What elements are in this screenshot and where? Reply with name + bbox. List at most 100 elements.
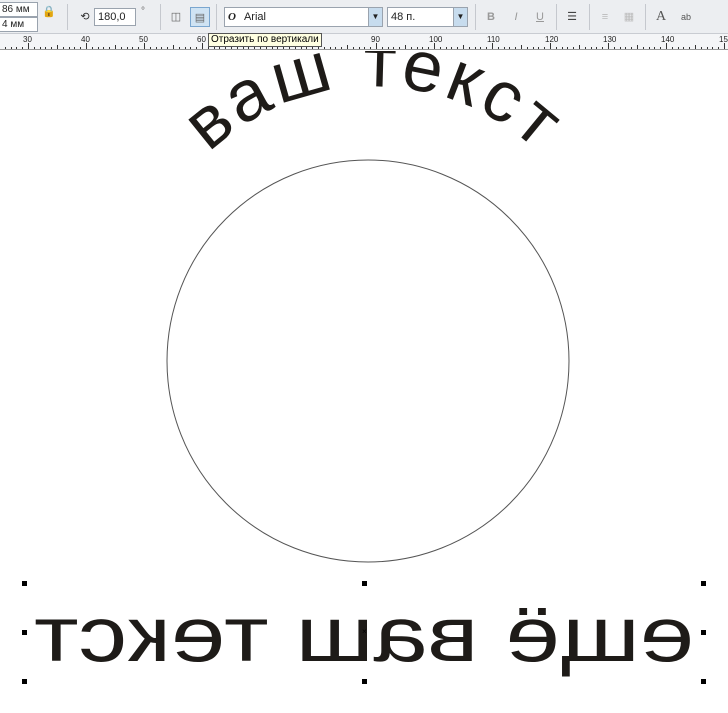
- selection-handle[interactable]: [701, 581, 706, 586]
- ruler-tick: [207, 47, 209, 49]
- ruler-label: 120: [545, 35, 559, 44]
- ruler-tick: [428, 47, 430, 49]
- ruler-tick: [503, 47, 505, 49]
- ruler-label: 60: [197, 35, 206, 44]
- ruler-tick: [62, 47, 64, 49]
- ruler-tick: [294, 47, 296, 49]
- tooltip: Отразить по вертикали: [208, 33, 322, 47]
- selection-handle[interactable]: [362, 679, 367, 684]
- drop-cap-icon[interactable]: ▦: [619, 7, 639, 27]
- ruler-tick: [573, 47, 575, 49]
- ruler-tick: [74, 47, 76, 49]
- ruler-tick: [410, 47, 412, 49]
- ruler-tick: [405, 45, 406, 49]
- separator: [475, 4, 476, 30]
- ruler-tick: [700, 47, 702, 49]
- ruler-tick: [474, 47, 476, 49]
- ruler-tick: [16, 47, 18, 49]
- ruler-tick: [33, 47, 35, 49]
- ruler-tick: [695, 45, 696, 49]
- ruler-label: 140: [661, 35, 675, 44]
- ruler-tick: [115, 45, 116, 49]
- ruler-tick: [126, 47, 128, 49]
- ruler-tick: [526, 47, 528, 49]
- ruler-tick: [561, 47, 563, 49]
- mirror-horizontal-button[interactable]: ◫: [166, 7, 186, 27]
- bullet-list-icon[interactable]: ≡: [595, 7, 615, 27]
- ruler-label: 100: [429, 35, 443, 44]
- ruler-tick: [120, 47, 122, 49]
- center-marker-icon: ×: [362, 627, 367, 636]
- separator: [67, 4, 68, 30]
- separator: [160, 4, 161, 30]
- ruler-tick: [242, 47, 244, 49]
- selection-handle[interactable]: [701, 679, 706, 684]
- ruler-tick: [712, 47, 714, 49]
- ruler-tick: [648, 47, 650, 49]
- text-alignment-icon[interactable]: ☰: [562, 7, 582, 27]
- arc-text[interactable]: ваш текст: [168, 51, 580, 165]
- selection-handle[interactable]: [22, 679, 27, 684]
- ruler-label: 110: [487, 35, 500, 44]
- ruler-label: 150: [719, 35, 728, 44]
- separator: [216, 4, 217, 30]
- edit-text-button[interactable]: ab: [676, 7, 696, 27]
- circle-shape[interactable]: [166, 159, 570, 563]
- ruler-tick: [196, 47, 198, 49]
- ruler-tick: [463, 45, 464, 49]
- mirror-vertical-button[interactable]: ▤: [190, 7, 210, 27]
- separator: [589, 4, 590, 30]
- ruler-tick: [138, 47, 140, 49]
- ruler-tick: [544, 47, 546, 49]
- ruler-tick: [167, 47, 169, 49]
- object-width-field[interactable]: 86 мм: [0, 2, 38, 17]
- drawing-canvas[interactable]: ваш текст ещё ваш текст: [0, 51, 728, 713]
- ruler-label: 90: [371, 35, 380, 44]
- lock-ratio-icon[interactable]: 🔒: [39, 2, 59, 22]
- ruler-tick: [10, 47, 12, 49]
- ruler-tick: [370, 47, 372, 49]
- ruler-tick: [457, 47, 459, 49]
- character-format-button[interactable]: A: [651, 7, 671, 27]
- ruler-tick: [161, 47, 163, 49]
- selection-handle[interactable]: [362, 581, 367, 586]
- ruler-tick: [619, 47, 621, 49]
- chevron-down-icon[interactable]: ▼: [368, 8, 382, 26]
- object-height-field[interactable]: 4 мм: [0, 17, 38, 32]
- font-size-value: 48 п.: [391, 11, 416, 23]
- ruler-tick: [323, 47, 325, 49]
- ruler-tick: [97, 47, 99, 49]
- chevron-down-icon[interactable]: ▼: [453, 8, 467, 26]
- ruler-tick: [225, 47, 227, 49]
- ruler-tick: [637, 45, 638, 49]
- ruler-tick: [300, 47, 302, 49]
- ruler-tick: [480, 47, 482, 49]
- ruler-label: 50: [139, 35, 148, 44]
- selection-handle[interactable]: [22, 581, 27, 586]
- ruler-tick: [22, 47, 24, 49]
- ruler-tick: [109, 47, 111, 49]
- ruler-label: 40: [81, 35, 90, 44]
- ruler-tick: [283, 47, 285, 49]
- rotation-angle-field[interactable]: 180,0: [94, 8, 136, 26]
- font-size-select[interactable]: 48 п. ▼: [387, 7, 468, 27]
- ruler-tick: [515, 47, 517, 49]
- rotate-icon: ⟲: [80, 11, 90, 23]
- ruler-tick: [265, 47, 267, 49]
- selection-handle[interactable]: [701, 630, 706, 635]
- ruler-tick: [439, 47, 441, 49]
- bold-button[interactable]: B: [481, 7, 501, 27]
- ruler-tick: [381, 47, 383, 49]
- ruler-tick: [173, 45, 174, 49]
- ruler-tick: [248, 47, 250, 49]
- ruler-tick: [271, 47, 273, 49]
- ruler-tick: [39, 47, 41, 49]
- selection-handle[interactable]: [22, 630, 27, 635]
- italic-button[interactable]: I: [506, 7, 526, 27]
- ruler-tick: [532, 47, 534, 49]
- font-family-select[interactable]: O Arial ▼: [224, 7, 383, 27]
- ruler-tick: [347, 45, 348, 49]
- horizontal-ruler[interactable]: 30405060708090100110120130140150: [0, 34, 728, 50]
- ruler-tick: [399, 47, 401, 49]
- underline-button[interactable]: U: [530, 7, 550, 27]
